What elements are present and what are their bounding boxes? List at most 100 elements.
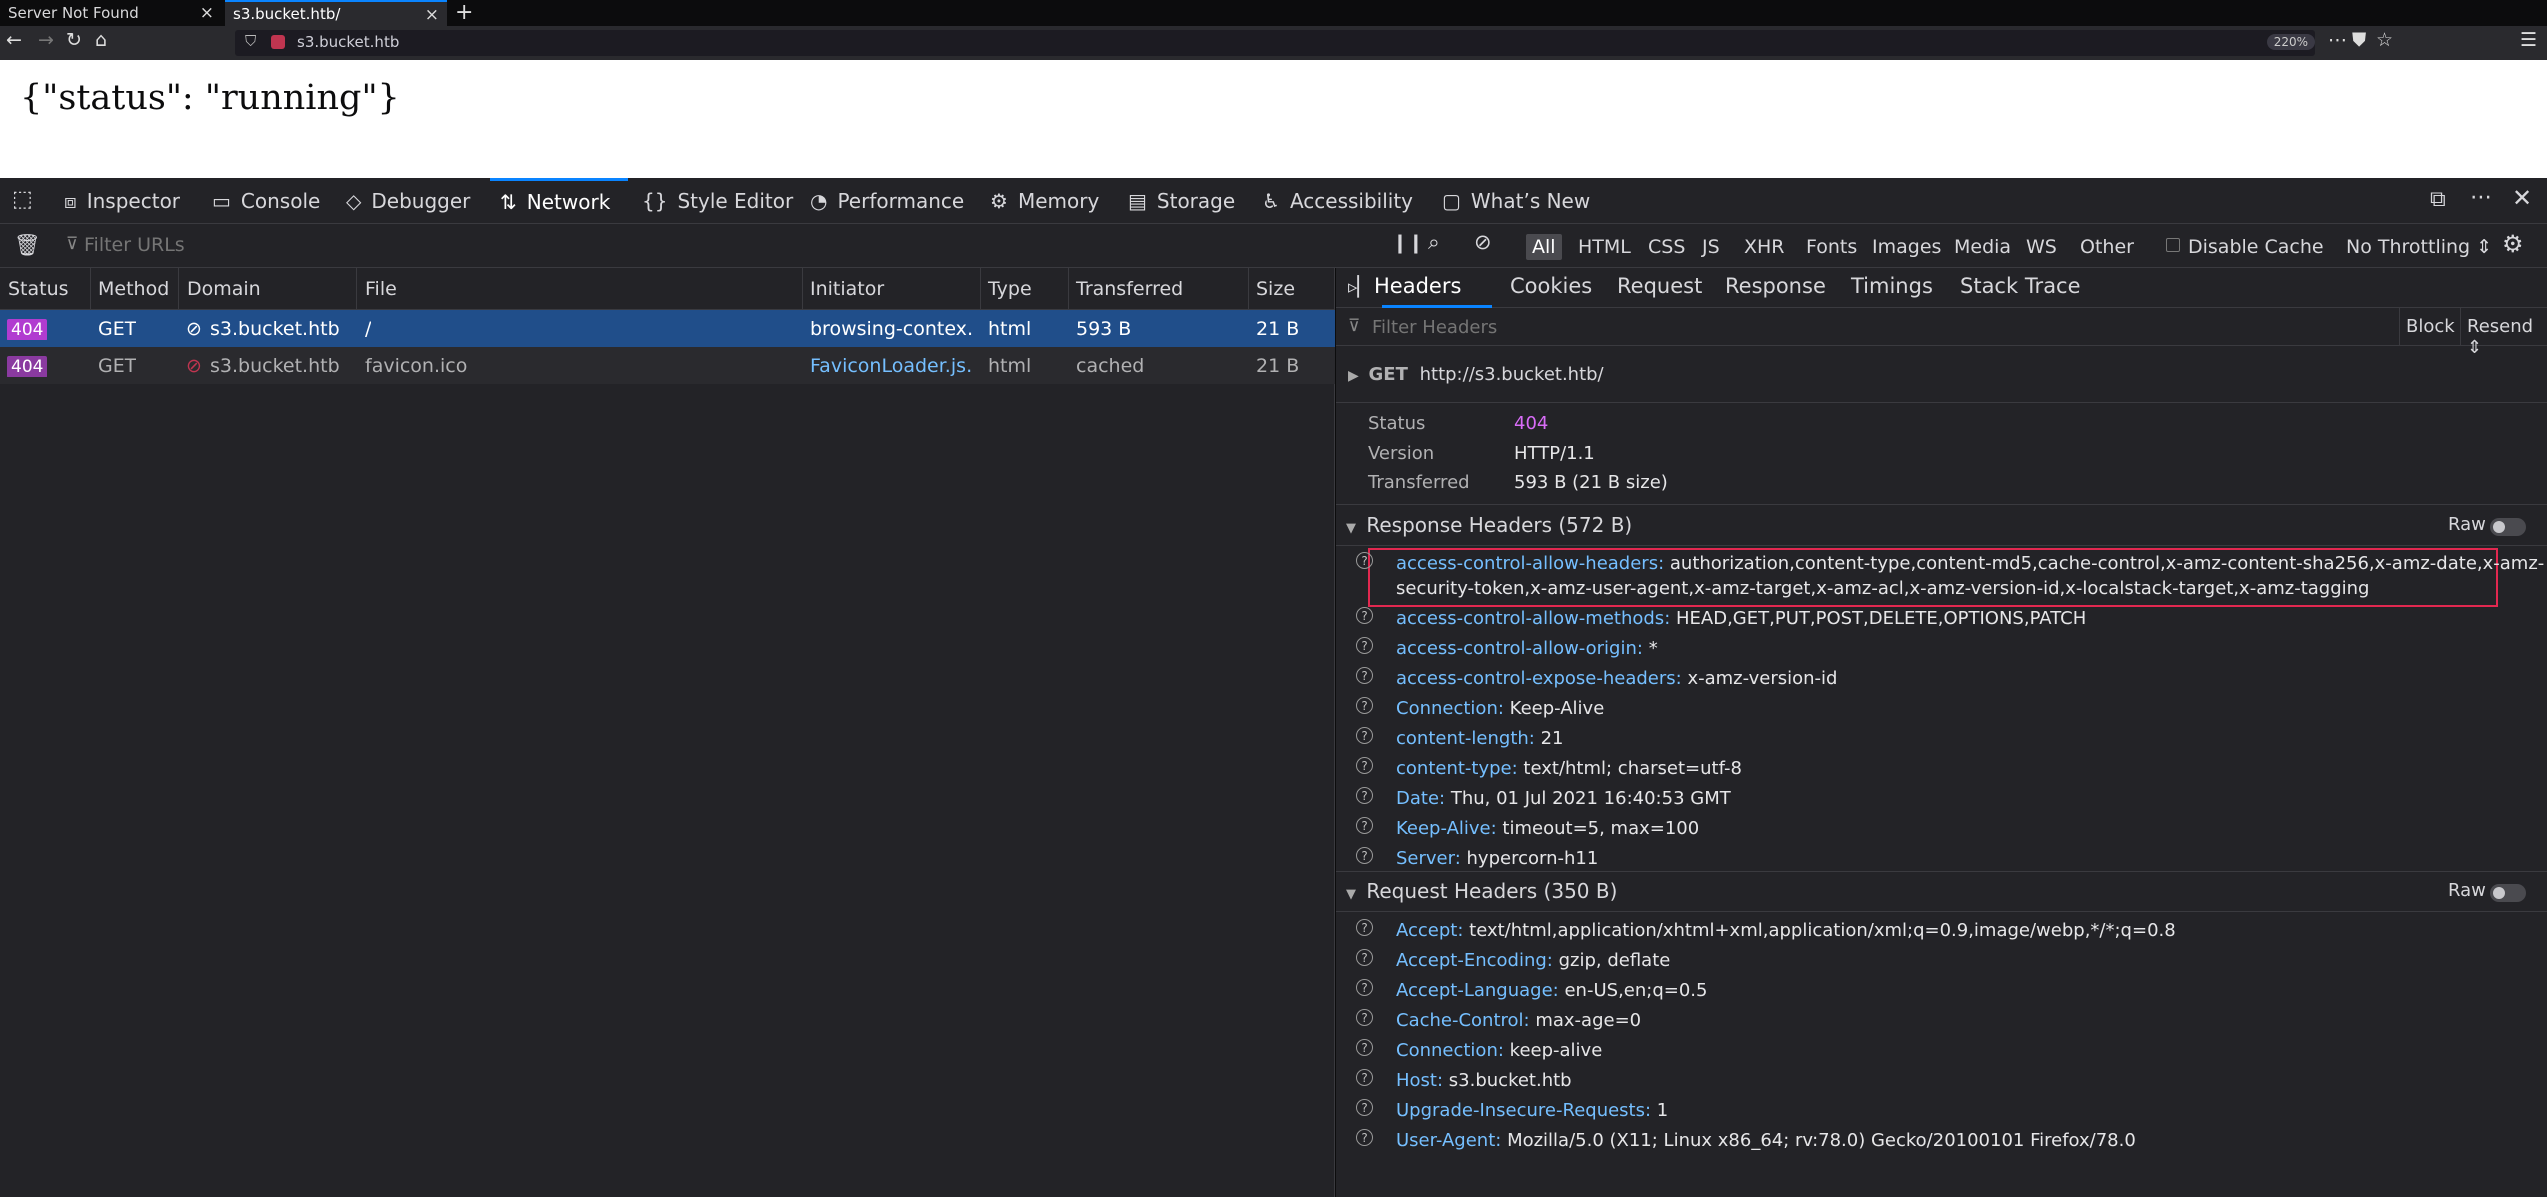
tab-inspector[interactable]: ⧈ Inspector (64, 178, 180, 223)
table-row[interactable]: 404 GET ⊘ s3.bucket.htb / browsing-conte… (0, 310, 1335, 347)
tab-response[interactable]: Response (1725, 274, 1826, 298)
response-header-row[interactable]: access-control-expose-headers: x-amz-ver… (1396, 668, 1837, 689)
help-icon[interactable]: ? (1356, 919, 1373, 936)
tab-request[interactable]: Request (1617, 274, 1702, 298)
bookmark-star-icon[interactable]: ☆ (2376, 29, 2393, 51)
response-header-row[interactable]: content-length: 21 (1396, 728, 1564, 749)
close-devtools-icon[interactable]: ✕ (2512, 184, 2532, 212)
tab-stack-trace[interactable]: Stack Trace (1960, 274, 2081, 298)
help-icon[interactable]: ? (1356, 637, 1373, 654)
help-icon[interactable]: ? (1356, 607, 1373, 624)
response-headers-toggle[interactable]: ▼ Response Headers (572 B) (1346, 513, 1632, 537)
filter-xhr-button[interactable]: XHR (1738, 234, 1791, 260)
request-header-row[interactable]: Accept-Encoding: gzip, deflate (1396, 950, 1670, 971)
shield-icon[interactable]: ⛉ (245, 32, 256, 50)
reload-icon[interactable]: ↻ (66, 29, 82, 51)
response-header-row[interactable]: Connection: Keep-Alive (1396, 698, 1604, 719)
dock-side-icon[interactable]: ⧉ (2430, 187, 2446, 212)
tab-timings[interactable]: Timings (1851, 274, 1933, 298)
expand-arrow-icon[interactable]: ▶ (1348, 368, 1359, 384)
tab-style-editor[interactable]: {} Style Editor (642, 178, 793, 223)
request-header-row[interactable]: User-Agent: Mozilla/5.0 (X11; Linux x86_… (1396, 1130, 2136, 1151)
help-icon[interactable]: ? (1356, 727, 1373, 744)
response-header-row[interactable]: access-control-allow-headers: authorizat… (1396, 553, 2544, 574)
help-icon[interactable]: ? (1356, 1099, 1373, 1116)
tab-memory[interactable]: ⚙ Memory (990, 178, 1099, 223)
help-icon[interactable]: ? (1356, 1129, 1373, 1146)
col-method[interactable]: Method (98, 278, 169, 300)
help-icon[interactable]: ? (1356, 667, 1373, 684)
response-header-row[interactable]: Keep-Alive: timeout=5, max=100 (1396, 818, 1699, 839)
request-headers-toggle[interactable]: ▼ Request Headers (350 B) (1346, 879, 1617, 903)
col-file[interactable]: File (365, 278, 397, 300)
help-icon[interactable]: ? (1356, 787, 1373, 804)
element-picker-icon[interactable]: ⬚ (12, 187, 33, 212)
filter-all-button[interactable]: All (1526, 234, 1562, 260)
trash-icon[interactable]: 🗑 (14, 233, 41, 258)
response-header-row[interactable]: content-type: text/html; charset=utf-8 (1396, 758, 1742, 779)
pocket-icon[interactable]: ⛊ (2352, 29, 2366, 51)
filter-fonts-button[interactable]: Fonts (1800, 234, 1863, 260)
tab-headers[interactable]: Headers (1374, 274, 1461, 298)
filter-js-button[interactable]: JS (1696, 234, 1726, 260)
help-icon[interactable]: ? (1356, 1069, 1373, 1086)
response-header-row[interactable]: Date: Thu, 01 Jul 2021 16:40:53 GMT (1396, 788, 1731, 809)
home-icon[interactable]: ⌂ (95, 29, 107, 51)
resend-button[interactable]: Resend ⇕ (2467, 316, 2547, 358)
response-header-row[interactable]: Server: hypercorn-h11 (1396, 848, 1598, 869)
tab-whats-new[interactable]: ▢ What’s New (1442, 178, 1590, 223)
tab-debugger[interactable]: ◇ Debugger (346, 178, 470, 223)
response-header-row[interactable]: access-control-allow-methods: HEAD,GET,P… (1396, 608, 2086, 629)
filter-headers-input[interactable] (1370, 314, 1970, 340)
search-icon[interactable]: ⌕ (1428, 230, 1440, 255)
back-arrow-icon[interactable]: ← (6, 29, 22, 51)
col-initiator[interactable]: Initiator (810, 278, 884, 300)
throttling-select[interactable]: No Throttling ⇕ (2340, 234, 2498, 260)
help-icon[interactable]: ? (1356, 949, 1373, 966)
help-icon[interactable]: ? (1356, 1039, 1373, 1056)
tab-console[interactable]: ▭ Console (212, 178, 320, 223)
response-header-row[interactable]: access-control-allow-origin: * (1396, 638, 1658, 659)
raw-request-toggle[interactable] (2490, 884, 2526, 902)
tab-network[interactable]: ⇅ Network (490, 178, 628, 223)
more-options-icon[interactable]: ⋯ (2470, 185, 2492, 210)
help-icon[interactable]: ? (1356, 817, 1373, 834)
block-button[interactable]: Block (2406, 316, 2455, 337)
disable-cache-checkbox[interactable] (2166, 238, 2180, 252)
filter-urls-input[interactable] (82, 232, 1362, 258)
initiator-link[interactable]: FaviconLoader.js… (810, 355, 974, 377)
table-row[interactable]: 404 GET ⊘ s3.bucket.htb favicon.ico Favi… (0, 347, 1335, 384)
url-text[interactable]: s3.bucket.htb (297, 33, 399, 51)
request-header-row[interactable]: Cache-Control: max-age=0 (1396, 1010, 1641, 1031)
help-icon[interactable]: ? (1356, 1009, 1373, 1026)
request-header-row[interactable]: Upgrade-Insecure-Requests: 1 (1396, 1100, 1668, 1121)
help-icon[interactable]: ? (1356, 697, 1373, 714)
filter-css-button[interactable]: CSS (1642, 234, 1691, 260)
filter-ws-button[interactable]: WS (2020, 234, 2063, 260)
tab-accessibility[interactable]: ♿ Accessibility (1262, 178, 1413, 223)
page-actions-icon[interactable]: ⋯ (2328, 29, 2347, 51)
tab-performance[interactable]: ◔ Performance (810, 178, 964, 223)
col-transferred[interactable]: Transferred (1076, 278, 1183, 300)
zoom-level-badge[interactable]: 220% (2266, 34, 2315, 50)
request-line[interactable]: ▶ GET http://s3.bucket.htb/ (1348, 364, 1604, 385)
col-status[interactable]: Status (8, 278, 69, 300)
request-header-row[interactable]: Connection: keep-alive (1396, 1040, 1602, 1061)
tab-storage[interactable]: ▤ Storage (1128, 178, 1235, 223)
filter-html-button[interactable]: HTML (1572, 234, 1637, 260)
col-size[interactable]: Size (1256, 278, 1295, 300)
filter-images-button[interactable]: Images (1866, 234, 1947, 260)
help-icon[interactable]: ? (1356, 757, 1373, 774)
help-icon[interactable]: ? (1356, 979, 1373, 996)
url-bar[interactable]: ⛉ s3.bucket.htb 220% (235, 30, 2315, 56)
tab-server-not-found[interactable]: Server Not Found × (0, 0, 222, 26)
filter-media-button[interactable]: Media (1948, 234, 2017, 260)
request-header-row[interactable]: Accept: text/html,application/xhtml+xml,… (1396, 920, 2176, 941)
help-icon[interactable]: ? (1356, 847, 1373, 864)
request-header-row[interactable]: Host: s3.bucket.htb (1396, 1070, 1572, 1091)
tab-s3-bucket[interactable]: s3.bucket.htb/ × (225, 0, 447, 26)
pause-icon[interactable]: ❙❙ (1392, 232, 1424, 254)
tab-cookies[interactable]: Cookies (1510, 274, 1592, 298)
close-icon[interactable]: × (200, 3, 214, 23)
help-icon[interactable]: ? (1356, 552, 1373, 569)
